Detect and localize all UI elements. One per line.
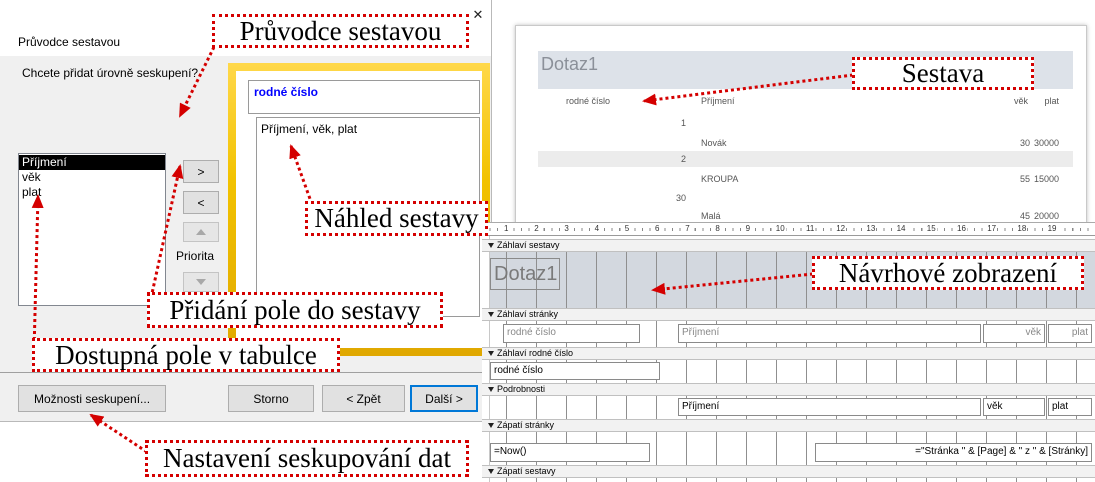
group-value: 1 [680, 118, 686, 128]
field-date[interactable]: =Now() [490, 443, 650, 462]
ruler-mark: 14 [895, 224, 907, 234]
grouping-options-button[interactable]: Možnosti seskupení... [18, 385, 166, 412]
ruler-mark: 6 [654, 224, 661, 234]
cancel-button[interactable]: Storno [228, 385, 314, 412]
section-toggle-icon [488, 469, 494, 474]
section-bar-detail[interactable]: Podrobnosti [482, 383, 1095, 396]
detail-surname: Novák [701, 138, 727, 148]
callout-design-view: Návrhové zobrazení [812, 256, 1084, 290]
dialog-separator [0, 372, 491, 373]
ruler-mark: 16 [956, 224, 967, 234]
callout-available-fields: Dostupná pole v tabulce [32, 338, 340, 372]
callout-report: Sestava [852, 57, 1034, 90]
section-label: Záhlaví sestavy [497, 240, 560, 250]
section-toggle-icon [488, 243, 494, 248]
group-value: 30 [675, 193, 686, 203]
section-toggle-icon [488, 312, 494, 317]
ruler-mark: 5 [623, 224, 631, 234]
ruler-mark: 7 [684, 224, 691, 234]
ruler-mark: 18 [1016, 224, 1028, 234]
column-header-rc: rodné číslo [566, 96, 611, 106]
ruler-mark: 3 [563, 224, 570, 234]
label-surname[interactable]: Příjmení [678, 324, 981, 343]
section-bar-report-header[interactable]: Záhlaví sestavy [482, 239, 1095, 252]
ruler-mark: 9 [744, 224, 752, 234]
section-bar-group-header[interactable]: Záhlaví rodné číslo [482, 347, 1095, 360]
arrow-up-icon [196, 229, 206, 235]
ruler-mark: 12 [835, 224, 847, 234]
detail-salary: 30000 [1033, 138, 1059, 148]
back-button[interactable]: < Zpět [322, 385, 405, 412]
detail-salary: 20000 [1033, 211, 1059, 221]
ruler-mark: 2 [533, 224, 540, 234]
group-value: 2 [680, 154, 686, 164]
ruler-mark: 10 [774, 224, 786, 234]
section-bar-page-header[interactable]: Záhlaví stránky [482, 308, 1095, 321]
column-header-age: věk [1013, 96, 1028, 106]
section-bar-report-footer[interactable]: Zápatí sestavy [482, 465, 1095, 478]
preview-group-level: rodné číslo [248, 80, 480, 114]
label-salary[interactable]: plat [1048, 324, 1092, 343]
ruler-mark: 11 [805, 224, 816, 234]
section-label: Záhlaví rodné číslo [497, 348, 574, 358]
remove-grouping-button[interactable]: < [183, 191, 219, 214]
label-age[interactable]: věk [983, 324, 1045, 343]
detail-surname: KROUPA [701, 174, 739, 184]
section-toggle-icon [488, 351, 494, 356]
section-label: Zápatí stránky [497, 420, 555, 430]
horizontal-ruler: 1 2 3 4 5 6 7 8 9 10 11 12 13 14 15 16 17 18 19 [482, 223, 1095, 236]
callout-preview: Náhled sestavy [305, 201, 488, 236]
field-page-number[interactable]: ="Stránka " & [Page] & " z " & [Stránky] [815, 443, 1092, 462]
section-toggle-icon [488, 423, 494, 428]
ruler-mark: 1 [503, 224, 510, 234]
ruler-mark: 13 [865, 224, 877, 234]
next-button[interactable]: Další > [410, 385, 478, 412]
field-salary[interactable]: plat [1048, 398, 1092, 416]
add-grouping-button[interactable]: > [183, 160, 219, 183]
list-item[interactable]: plat [19, 185, 165, 200]
report-title-label[interactable]: Dotaz1 [490, 258, 560, 290]
priority-up-button[interactable] [183, 222, 219, 242]
report-title: Dotaz1 [541, 54, 599, 74]
column-header-surname: Příjmení [701, 96, 735, 106]
field-surname[interactable]: Příjmení [678, 398, 981, 416]
row-stripe [538, 151, 1073, 167]
field-age[interactable]: věk [983, 398, 1045, 416]
label-rc[interactable]: rodné číslo [503, 324, 640, 343]
section-label: Zápatí sestavy [497, 466, 556, 476]
detail-surname: Malá [701, 211, 721, 221]
ruler-mark: 15 [925, 224, 937, 234]
ruler-mark: 19 [1046, 224, 1058, 234]
grouping-question: Chcete přidat úrovně seskupení? [22, 66, 199, 80]
priority-down-button[interactable] [183, 272, 219, 292]
ruler-mark: 17 [986, 224, 998, 234]
section-toggle-icon [488, 387, 494, 392]
section-label: Podrobnosti [497, 384, 546, 394]
dialog-title: Průvodce sestavou [18, 35, 121, 49]
detail-salary: 15000 [1033, 174, 1059, 184]
list-item[interactable]: věk [19, 170, 165, 185]
arrow-down-icon [196, 279, 206, 285]
ruler-mark: 8 [714, 224, 721, 234]
section-bar-page-footer[interactable]: Zápatí stránky [482, 419, 1095, 432]
report-footer-section[interactable] [490, 478, 1095, 482]
available-fields-list[interactable]: Příjmení věk plat [18, 153, 166, 306]
list-item[interactable]: Příjmení [19, 155, 165, 170]
callout-wizard: Průvodce sestavou [212, 14, 469, 48]
ruler-mark: 4 [593, 224, 601, 234]
callout-add-field: Přidání pole do sestavy [147, 292, 443, 328]
close-icon[interactable] [470, 7, 486, 23]
priority-label: Priorita [176, 249, 215, 263]
column-header-salary: plat [1044, 96, 1059, 106]
field-rc[interactable]: rodné číslo [490, 362, 660, 380]
callout-grouping-options: Nastavení seskupování dat [145, 440, 469, 477]
section-label: Záhlaví stránky [497, 309, 559, 319]
